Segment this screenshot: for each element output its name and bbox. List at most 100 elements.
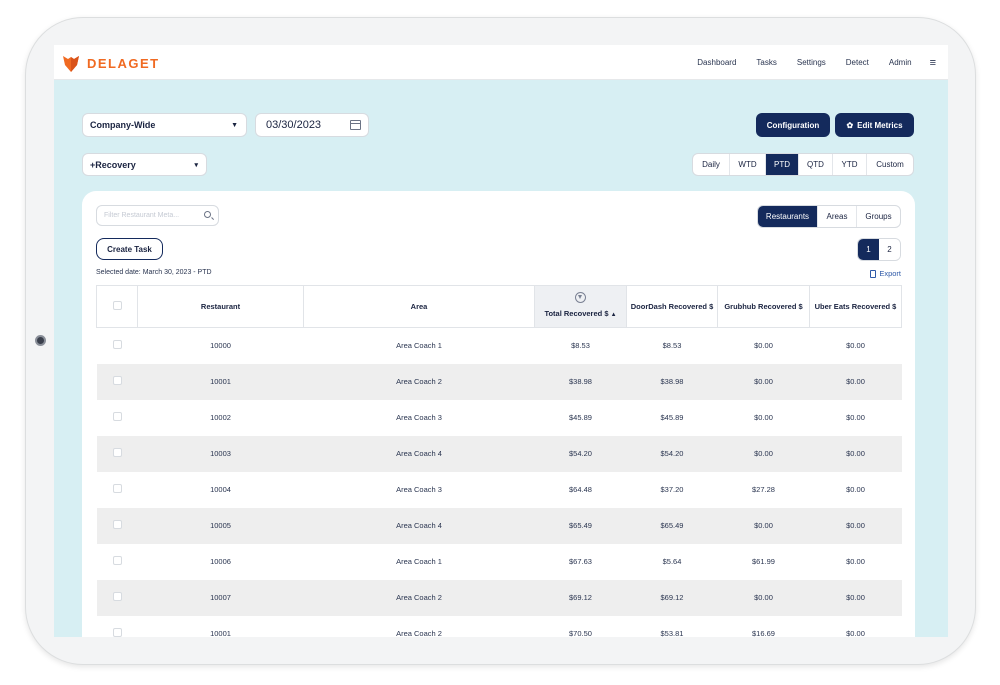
- cell-restaurant[interactable]: 10007: [137, 579, 304, 616]
- cell-area: Area Coach 1: [396, 341, 442, 351]
- logo[interactable]: DELAGET: [62, 53, 160, 73]
- row-checkbox-cell: [97, 400, 138, 436]
- row-checkbox[interactable]: [112, 412, 122, 421]
- cell-restaurant[interactable]: 10001: [137, 363, 304, 400]
- row-checkbox[interactable]: [112, 592, 122, 601]
- calendar-icon[interactable]: [350, 120, 361, 130]
- cell-total-recovered: $65.49: [534, 507, 627, 544]
- row-checkbox[interactable]: [112, 448, 122, 457]
- cell-ubereats-recovered: $0.00: [846, 413, 865, 422]
- cell-total-recovered: $70.50: [569, 629, 592, 637]
- page-1-button[interactable]: 1: [858, 239, 879, 260]
- view-restaurants[interactable]: Restaurants: [758, 206, 818, 227]
- cell-restaurant[interactable]: 10005: [137, 507, 304, 544]
- cell-area: Area Coach 1: [396, 557, 442, 566]
- nav-settings[interactable]: Settings: [797, 58, 826, 67]
- cell-area: Area Coach 4: [303, 507, 535, 544]
- col-total-recovered[interactable]: Total Recovered $ ▲: [534, 285, 627, 328]
- period-ptd[interactable]: PTD: [766, 154, 799, 175]
- row-checkbox-cell: [97, 328, 138, 364]
- metric-select-value: +Recovery: [90, 159, 136, 170]
- cell-restaurant[interactable]: 10006: [138, 544, 304, 580]
- gear-icon: ✿: [846, 120, 854, 130]
- nav-detect[interactable]: Detect: [846, 58, 869, 67]
- cell-restaurant[interactable]: 10000: [138, 328, 304, 364]
- cell-area: Area Coach 3: [396, 413, 442, 422]
- view-groups[interactable]: Groups: [857, 206, 900, 227]
- table-header-row: Restaurant Area Total Recovered $ ▲ Door…: [96, 285, 902, 328]
- configuration-button[interactable]: Configuration: [756, 113, 830, 137]
- col-ubereats-recovered[interactable]: Uber Eats Recovered $: [809, 285, 902, 328]
- row-checkbox[interactable]: [112, 376, 122, 385]
- cell-ubereats-recovered: $0.00: [846, 557, 865, 566]
- table-row[interactable]: 10002 Area Coach 3 $45.89 $45.89 $0.00 $0.00: [97, 400, 902, 436]
- col-area[interactable]: Area: [303, 285, 535, 328]
- col-grubhub-recovered[interactable]: Grubhub Recovered $: [717, 285, 810, 328]
- row-checkbox-cell: [97, 544, 138, 580]
- search-icon: [204, 211, 211, 218]
- view-areas[interactable]: Areas: [818, 206, 857, 227]
- cell-restaurant[interactable]: 10002: [138, 400, 304, 436]
- row-checkbox-cell: [97, 616, 138, 637]
- page-2-button[interactable]: 2: [879, 239, 900, 260]
- create-task-button[interactable]: Create Task: [96, 238, 163, 260]
- scope-select-value: Company-Wide: [90, 120, 156, 130]
- cell-total-recovered: $67.63: [569, 557, 592, 566]
- cell-restaurant[interactable]: 10003: [137, 435, 304, 472]
- table-row[interactable]: 10001 Area Coach 2 $70.50 $53.81 $16.69 $0.00: [97, 616, 902, 637]
- row-checkbox[interactable]: [112, 520, 122, 529]
- cell-total-recovered: $64.48: [569, 485, 592, 494]
- table-row[interactable]: 10004 Area Coach 3 $64.48 $37.20 $27.28 $0.00: [97, 472, 902, 508]
- period-ytd[interactable]: YTD: [833, 154, 867, 175]
- export-label: Export: [879, 269, 901, 278]
- hamburger-menu-icon[interactable]: ≡: [930, 57, 936, 69]
- period-qtd[interactable]: QTD: [799, 154, 833, 175]
- cell-area: Area Coach 4: [303, 435, 535, 472]
- select-all-checkbox[interactable]: [112, 300, 122, 310]
- metric-select[interactable]: +Recovery ▾: [82, 153, 207, 176]
- restaurant-search-input[interactable]: Filter Restaurant Meta...: [96, 205, 219, 226]
- table-row[interactable]: 10006 Area Coach 1 $67.63 $5.64 $61.99 $0.00: [97, 544, 902, 580]
- cell-doordash-recovered: $5.64: [662, 557, 682, 566]
- scope-select[interactable]: Company-Wide ▼: [82, 113, 247, 137]
- table-row[interactable]: 10003 Area Coach 4 $54.20 $54.20 $0.00 $0.00: [96, 435, 902, 472]
- filter-icon[interactable]: [575, 292, 586, 303]
- nav-admin[interactable]: Admin: [889, 58, 912, 67]
- fox-logo-icon: [63, 56, 79, 72]
- row-checkbox[interactable]: [112, 340, 122, 350]
- document-icon: [870, 269, 877, 278]
- nav-tasks[interactable]: Tasks: [756, 58, 776, 67]
- period-daily[interactable]: Daily: [693, 154, 730, 175]
- table-row[interactable]: 10007 Area Coach 2 $69.12 $69.12 $0.00 $0.00: [96, 579, 902, 616]
- top-bar: DELAGET Dashboard Tasks Settings Detect …: [54, 45, 948, 80]
- row-checkbox-cell: [96, 507, 138, 544]
- cell-grubhub-recovered: $0.00: [717, 507, 810, 544]
- row-checkbox[interactable]: [112, 556, 122, 565]
- row-checkbox[interactable]: [112, 484, 122, 493]
- pagination: 1 2: [857, 238, 901, 261]
- row-checkbox[interactable]: [112, 628, 122, 637]
- export-link[interactable]: Export: [870, 269, 901, 278]
- cell-area: Area Coach 3: [396, 485, 442, 494]
- cell-grubhub-recovered: $27.28: [752, 485, 775, 494]
- period-custom[interactable]: Custom: [867, 154, 913, 175]
- col-doordash-recovered[interactable]: DoorDash Recovered $: [626, 285, 718, 328]
- edit-metrics-button[interactable]: ✿ Edit Metrics: [835, 113, 914, 137]
- table-row[interactable]: 10005 Area Coach 4 $65.49 $65.49 $0.00 $0.00: [96, 507, 902, 544]
- cell-restaurant[interactable]: 10004: [138, 472, 304, 508]
- date-picker-value: 03/30/2023: [266, 119, 322, 131]
- date-picker[interactable]: 03/30/2023: [255, 113, 369, 137]
- sort-asc-icon[interactable]: ▲: [611, 312, 617, 318]
- cell-ubereats-recovered: $0.00: [809, 507, 902, 544]
- nav-dashboard[interactable]: Dashboard: [697, 58, 736, 67]
- period-wtd[interactable]: WTD: [730, 154, 766, 175]
- cell-grubhub-recovered: $0.00: [754, 341, 773, 351]
- cell-restaurant[interactable]: 10001: [138, 616, 304, 637]
- table-row[interactable]: 10000 Area Coach 1 $8.53 $8.53 $0.00 $0.00: [97, 328, 902, 364]
- chevron-down-icon: ▾: [194, 161, 198, 169]
- table-row[interactable]: 10001 Area Coach 2 $38.98 $38.98 $0.00 $0.00: [96, 363, 902, 400]
- results-table: Restaurant Area Total Recovered $ ▲ Door…: [96, 285, 902, 637]
- cell-area: Area Coach 2: [396, 629, 442, 637]
- view-selector: Restaurants Areas Groups: [757, 205, 901, 228]
- col-restaurant[interactable]: Restaurant: [137, 285, 304, 328]
